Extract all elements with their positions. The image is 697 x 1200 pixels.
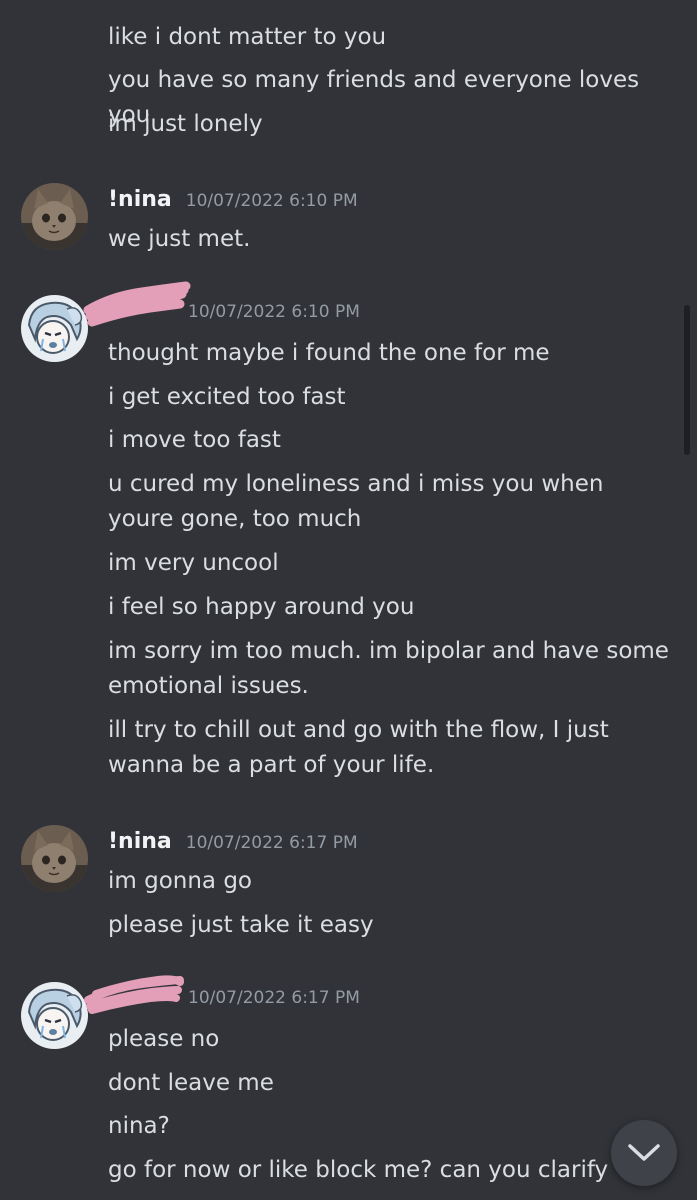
message-line: im very uncool — [108, 550, 279, 576]
cat-avatar[interactable] — [21, 183, 88, 250]
message-line: im gonna go — [108, 868, 253, 894]
message-line: dont leave me — [108, 1070, 274, 1096]
message-line: u cured my loneliness and i miss you whe… — [108, 471, 611, 532]
anime-avatar-icon — [21, 295, 88, 362]
anime-avatar[interactable] — [21, 295, 88, 362]
message-line: im sorry im too much. im bipolar and hav… — [108, 638, 677, 699]
cat-avatar-icon — [21, 183, 88, 250]
timestamp: 10/07/2022 6:17 PM — [185, 833, 358, 853]
anime-avatar[interactable] — [21, 982, 88, 1049]
message-line: go for now or like block me? can you cla… — [108, 1157, 609, 1183]
cat-avatar[interactable] — [21, 825, 88, 892]
message-line: ill try to chill out and go with the flo… — [108, 717, 617, 778]
message-line: i get excited too fast — [108, 384, 346, 410]
message-line: like i dont matter to you — [108, 24, 387, 50]
message-line: nina? — [108, 1113, 170, 1139]
cat-avatar-icon — [21, 825, 88, 892]
message-header: 10/07/2022 6:17 PM — [188, 988, 360, 1018]
message-line: we just met. — [108, 226, 251, 252]
cut-off-message — [108, 0, 368, 4]
redaction-scribble — [83, 281, 191, 327]
anime-avatar-icon — [21, 982, 88, 1049]
scrollbar-thumb[interactable] — [684, 305, 690, 455]
timestamp: 10/07/2022 6:10 PM — [185, 191, 358, 211]
redaction-scribble — [84, 975, 184, 1014]
message-line: im just lonely — [108, 111, 263, 137]
message-line: i move too fast — [108, 427, 281, 453]
message-header: !nina 10/07/2022 6:17 PM — [108, 829, 358, 859]
message-line: please just take it easy — [108, 912, 374, 938]
chat-message-list[interactable]: like i dont matter to you you have so ma… — [0, 0, 697, 1200]
chevron-down-icon — [628, 1144, 660, 1161]
timestamp: 10/07/2022 6:10 PM — [188, 302, 360, 322]
timestamp: 10/07/2022 6:17 PM — [188, 988, 360, 1008]
message-header: 10/07/2022 6:10 PM — [188, 302, 360, 332]
username[interactable]: !nina — [108, 187, 172, 212]
message-header: !nina 10/07/2022 6:10 PM — [108, 187, 358, 217]
message-line: thought maybe i found the one for me — [108, 340, 550, 366]
jump-to-bottom-button[interactable] — [611, 1120, 677, 1186]
message-line: i feel so happy around you — [108, 594, 415, 620]
username[interactable]: !nina — [108, 829, 172, 854]
message-line: please no — [108, 1026, 220, 1052]
